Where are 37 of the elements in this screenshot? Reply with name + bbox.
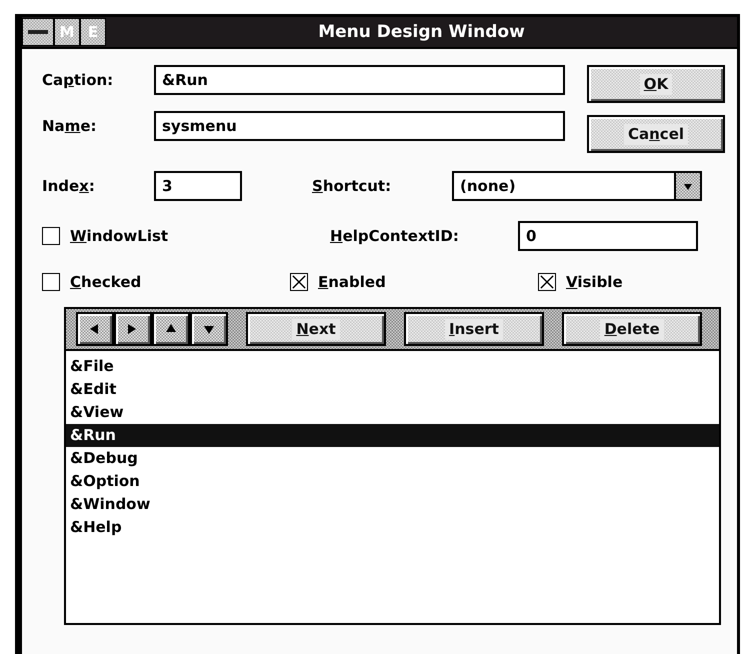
field-label: Caption: — [42, 71, 114, 89]
menu-list-item[interactable]: &Run — [66, 424, 719, 447]
field-label: Name: — [42, 117, 98, 135]
checkbox-label: Checked — [70, 273, 142, 291]
field-label: Index: — [42, 177, 96, 195]
move-up-button[interactable] — [152, 312, 190, 346]
move-left-button[interactable] — [76, 312, 114, 346]
menu-list-item[interactable]: &Edit — [66, 378, 719, 401]
help-context-field[interactable]: 0 — [518, 221, 698, 251]
toolbar-button[interactable]: Insert — [404, 312, 544, 346]
menu-list-item[interactable]: &View — [66, 401, 719, 424]
index-field[interactable]: 3 — [154, 171, 242, 201]
checkbox-label: Visible — [566, 273, 623, 291]
dialog-button[interactable]: OK — [587, 65, 725, 103]
menu-list-item[interactable]: &Option — [66, 470, 719, 493]
checkbox[interactable] — [538, 273, 556, 291]
menu-list-item[interactable]: &Window — [66, 493, 719, 516]
dialog-button[interactable]: Cancel — [587, 115, 725, 153]
menu-list-item[interactable]: &Debug — [66, 447, 719, 470]
checkbox[interactable] — [42, 273, 60, 291]
menu-list-item[interactable]: &File — [66, 355, 719, 378]
text-field[interactable]: sysmenu — [154, 111, 565, 141]
toolbar-button[interactable]: Delete — [562, 312, 702, 346]
field-label: HelpContextID: — [330, 227, 460, 245]
move-down-button[interactable] — [190, 312, 228, 346]
move-right-button[interactable] — [114, 312, 152, 346]
toolbar-button[interactable]: Next — [246, 312, 386, 346]
menu-list-item[interactable]: &Help — [66, 516, 719, 539]
checkbox-label: Enabled — [318, 273, 386, 291]
field-label: Shortcut: — [312, 177, 392, 195]
system-menu-button[interactable] — [22, 18, 54, 46]
shortcut-dropdown[interactable]: (none) — [452, 171, 702, 201]
checkbox[interactable] — [42, 227, 60, 245]
text-field[interactable]: &Run — [154, 65, 565, 95]
checkbox-label: WindowList — [70, 227, 168, 245]
window-title: Menu Design Window — [317, 22, 526, 42]
checkbox[interactable] — [290, 273, 308, 291]
